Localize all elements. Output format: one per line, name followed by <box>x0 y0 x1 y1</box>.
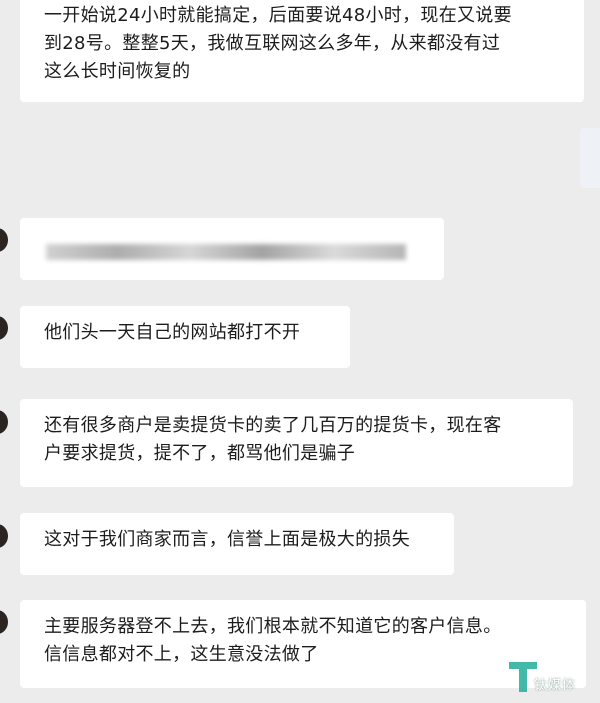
avatar <box>0 316 8 340</box>
message-text: 他们头一天自己的网站都打不开 <box>44 322 301 343</box>
blurred-content <box>46 244 406 260</box>
message-text: 一开始说24小时就能搞定，后面要说48小时，现在又说要 到28号。整整5天，我做… <box>44 5 512 82</box>
message-bubble: 还有很多商户是卖提货卡的卖了几百万的提货卡，现在客 户要求提货，提不了，都骂他们… <box>20 399 573 487</box>
avatar <box>0 524 8 548</box>
message-bubble: 一开始说24小时就能搞定，后面要说48小时，现在又说要 到28号。整整5天，我做… <box>20 0 584 102</box>
message-bubble: 主要服务器登不上去，我们根本就不知道它的客户信息。 信信息都对不上，这生意没法做… <box>20 600 586 688</box>
message-bubble: 这对于我们商家而言，信誉上面是极大的损失 <box>20 513 454 575</box>
avatar <box>0 228 8 252</box>
message-text: 主要服务器登不上去，我们根本就不知道它的客户信息。 信信息都对不上，这生意没法做… <box>44 616 502 665</box>
message-text: 这对于我们商家而言，信誉上面是极大的损失 <box>44 529 410 550</box>
watermark-text: 钛媒体 <box>534 678 577 693</box>
watermark-logo: 钛媒体 <box>506 656 598 698</box>
message-bubble: 他们头一天自己的网站都打不开 <box>20 306 350 368</box>
chat-conversation: 一开始说24小时就能搞定，后面要说48小时，现在又说要 到28号。整整5天，我做… <box>0 0 600 703</box>
message-text: 还有很多商户是卖提货卡的卖了几百万的提货卡，现在客 户要求提货，提不了，都骂他们… <box>44 415 502 464</box>
avatar <box>0 610 8 634</box>
message-bubble-blurred <box>20 218 444 280</box>
avatar <box>0 410 8 434</box>
message-bubble-outgoing-partial <box>580 128 600 188</box>
